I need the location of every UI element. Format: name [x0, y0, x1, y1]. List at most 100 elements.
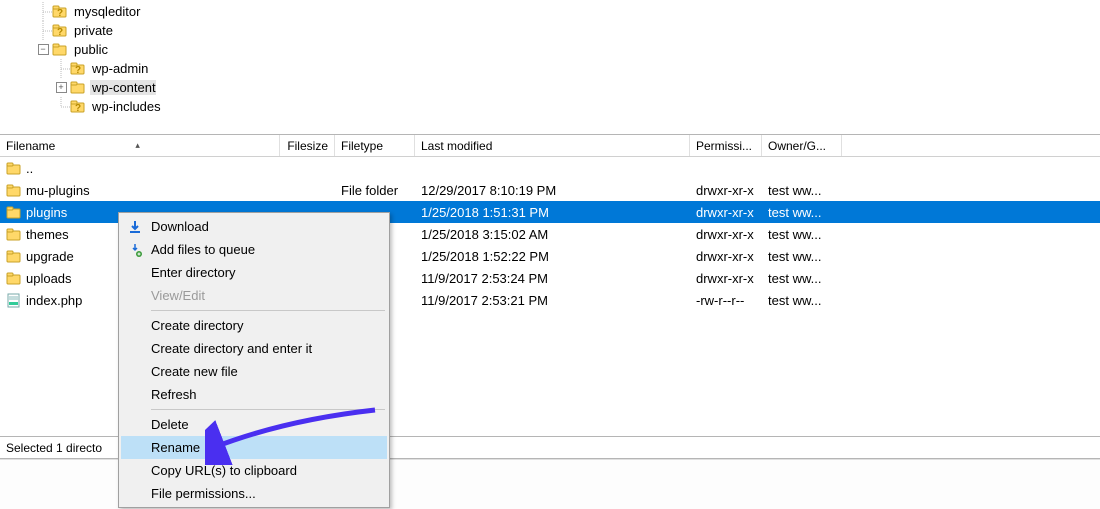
file-modified: 11/9/2017 2:53:24 PM — [415, 271, 690, 286]
file-row[interactable]: mu-plugins File folder 12/29/2017 8:10:1… — [0, 179, 1100, 201]
tree-item-wp-content[interactable]: + wp-content — [34, 78, 1100, 97]
menu-label: Delete — [151, 417, 189, 432]
file-name: plugins — [26, 205, 67, 220]
menu-label: Create directory and enter it — [151, 341, 312, 356]
file-row-parent[interactable]: .. — [0, 157, 1100, 179]
menu-view-edit: View/Edit — [121, 284, 387, 307]
folder-question-icon: ? — [52, 23, 68, 38]
folder-icon — [70, 80, 86, 95]
tree-item-wp-includes[interactable]: ? wp-includes — [34, 97, 1100, 116]
expander-minus-icon[interactable]: − — [34, 40, 52, 59]
column-owner[interactable]: Owner/G... — [762, 135, 842, 156]
folder-icon — [6, 249, 22, 264]
file-owner: test ww... — [762, 249, 842, 264]
file-name: upgrade — [26, 249, 74, 264]
tree-item-public[interactable]: − public — [34, 40, 1100, 59]
up-folder-icon — [6, 161, 22, 176]
menu-label: File permissions... — [151, 486, 256, 501]
column-filetype[interactable]: Filetype — [335, 135, 415, 156]
column-permissions[interactable]: Permissi... — [690, 135, 762, 156]
menu-label: Add files to queue — [151, 242, 255, 257]
file-name: index.php — [26, 293, 82, 308]
menu-label: Create directory — [151, 318, 243, 333]
file-modified: 12/29/2017 8:10:19 PM — [415, 183, 690, 198]
file-modified: 11/9/2017 2:53:21 PM — [415, 293, 690, 308]
column-filesize[interactable]: Filesize — [280, 135, 335, 156]
column-filename[interactable]: Filename ▴ — [0, 135, 280, 156]
menu-enter-directory[interactable]: Enter directory — [121, 261, 387, 284]
tree-label: mysqleditor — [72, 4, 140, 19]
tree-item-mysqleditor[interactable]: ? mysqleditor — [34, 2, 1100, 21]
menu-label: Copy URL(s) to clipboard — [151, 463, 297, 478]
file-owner: test ww... — [762, 293, 842, 308]
context-menu[interactable]: Download Add files to queue Enter direct… — [118, 212, 390, 508]
file-permissions: drwxr-xr-x — [690, 205, 762, 220]
menu-label: Refresh — [151, 387, 197, 402]
file-name: themes — [26, 227, 69, 242]
php-file-icon — [6, 293, 22, 308]
folder-icon — [6, 271, 22, 286]
menu-create-new-file[interactable]: Create new file — [121, 360, 387, 383]
menu-delete[interactable]: Delete — [121, 413, 387, 436]
file-list-header[interactable]: Filename ▴ Filesize Filetype Last modifi… — [0, 135, 1100, 157]
file-permissions: drwxr-xr-x — [690, 227, 762, 242]
tree-line-icon — [52, 97, 70, 116]
file-permissions: drwxr-xr-x — [690, 183, 762, 198]
tree-line-icon — [34, 2, 52, 21]
remote-tree[interactable]: ? mysqleditor ? private − public — [0, 0, 1100, 135]
file-permissions: -rw-r--r-- — [690, 293, 762, 308]
menu-label: Create new file — [151, 364, 238, 379]
menu-create-directory[interactable]: Create directory — [121, 314, 387, 337]
folder-question-icon: ? — [70, 61, 86, 76]
sort-asc-icon: ▴ — [135, 140, 140, 151]
file-name: uploads — [26, 271, 72, 286]
folder-icon — [6, 205, 22, 220]
column-label: Filename — [6, 139, 55, 153]
folder-icon — [6, 183, 22, 198]
tree-label: wp-admin — [90, 61, 148, 76]
file-owner: test ww... — [762, 227, 842, 242]
tree-line-icon — [34, 21, 52, 40]
tree-label: wp-content — [90, 80, 156, 95]
file-owner: test ww... — [762, 271, 842, 286]
folder-icon — [52, 42, 68, 57]
status-text: Selected 1 directo — [6, 441, 102, 455]
menu-download[interactable]: Download — [121, 215, 387, 238]
file-permissions: drwxr-xr-x — [690, 271, 762, 286]
menu-label: Download — [151, 219, 209, 234]
menu-rename[interactable]: Rename — [121, 436, 387, 459]
file-name: .. — [26, 161, 33, 176]
menu-create-directory-enter[interactable]: Create directory and enter it — [121, 337, 387, 360]
file-type: File folder — [335, 183, 415, 198]
folder-question-icon: ? — [70, 99, 86, 114]
queue-icon — [127, 242, 143, 258]
svg-text:?: ? — [57, 27, 63, 38]
tree-item-wp-admin[interactable]: ? wp-admin — [34, 59, 1100, 78]
menu-copy-url[interactable]: Copy URL(s) to clipboard — [121, 459, 387, 482]
svg-text:?: ? — [75, 65, 81, 76]
download-icon — [127, 219, 143, 235]
file-permissions: drwxr-xr-x — [690, 249, 762, 264]
file-modified: 1/25/2018 1:52:22 PM — [415, 249, 690, 264]
file-name: mu-plugins — [26, 183, 90, 198]
tree-item-private[interactable]: ? private — [34, 21, 1100, 40]
folder-icon — [6, 227, 22, 242]
tree-line-icon — [52, 59, 70, 78]
menu-add-queue[interactable]: Add files to queue — [121, 238, 387, 261]
file-modified: 1/25/2018 1:51:31 PM — [415, 205, 690, 220]
menu-label: Enter directory — [151, 265, 236, 280]
menu-separator — [151, 310, 385, 311]
menu-refresh[interactable]: Refresh — [121, 383, 387, 406]
expander-plus-icon[interactable]: + — [52, 78, 70, 97]
menu-file-permissions[interactable]: File permissions... — [121, 482, 387, 505]
column-last-modified[interactable]: Last modified — [415, 135, 690, 156]
file-owner: test ww... — [762, 205, 842, 220]
svg-text:?: ? — [75, 103, 81, 114]
folder-question-icon: ? — [52, 4, 68, 19]
tree-label: wp-includes — [90, 99, 161, 114]
tree-label: public — [72, 42, 108, 57]
svg-text:?: ? — [57, 8, 63, 19]
menu-separator — [151, 409, 385, 410]
tree-label: private — [72, 23, 113, 38]
menu-label: Rename — [151, 440, 200, 455]
